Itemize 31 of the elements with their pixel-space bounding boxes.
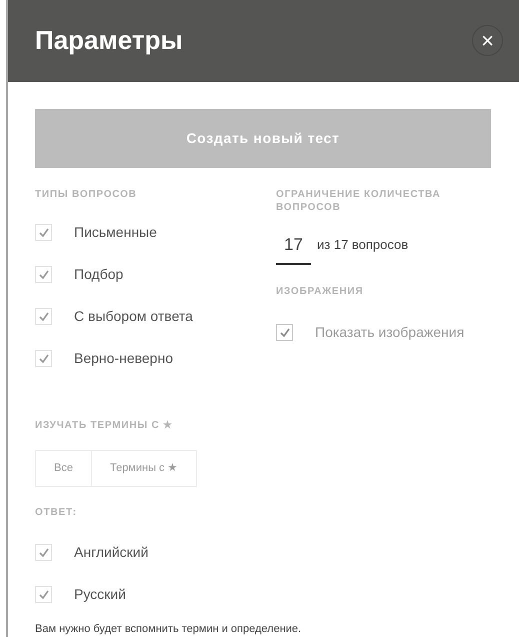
checkbox-label: Подбор — [74, 265, 124, 284]
section-label: ОТВЕТ: — [35, 506, 78, 518]
section-label: ИЗОБРАЖЕНИЯ — [276, 285, 364, 298]
create-test-button[interactable]: Создать новый тест — [35, 108, 491, 168]
checkbox[interactable] — [35, 350, 52, 367]
checkbox[interactable] — [35, 224, 52, 241]
checkbox-label: Письменные — [74, 223, 157, 242]
checkbox-label: Английский — [74, 543, 148, 562]
check-icon — [280, 328, 290, 336]
check-icon — [38, 548, 48, 557]
section-label: ИЗУЧАТЬ ТЕРМИНЫ С ★ — [35, 418, 174, 432]
checkbox-label: Верно-неверно — [74, 349, 173, 368]
check-icon — [38, 312, 48, 321]
checkbox[interactable] — [35, 544, 52, 561]
hint-text: Вам нужно будет вспомнить термин и определение. — [35, 622, 302, 636]
check-icon — [38, 354, 48, 363]
checkbox[interactable] — [35, 266, 52, 283]
section-label: ОГРАНИЧЕНИЕ КОЛИЧЕСТВА ВОПРОСОВ — [276, 188, 442, 214]
question-count-field[interactable]: 17 — [276, 232, 311, 265]
question-count-suffix: из 17 вопросов — [317, 236, 408, 254]
checkbox[interactable] — [35, 586, 52, 603]
check-icon — [38, 270, 48, 279]
checkbox-label: Показать изображения — [315, 322, 464, 342]
check-icon — [38, 590, 48, 599]
checkbox[interactable] — [35, 308, 52, 325]
check-icon — [38, 228, 48, 237]
dialog-title: Параметры — [35, 24, 183, 58]
close-button[interactable]: × — [472, 25, 503, 56]
section-label: ТИПЫ ВОПРОСОВ — [35, 188, 138, 200]
checkbox-label: С выбором ответа — [74, 307, 193, 326]
checkbox-label: Русский — [74, 585, 126, 604]
